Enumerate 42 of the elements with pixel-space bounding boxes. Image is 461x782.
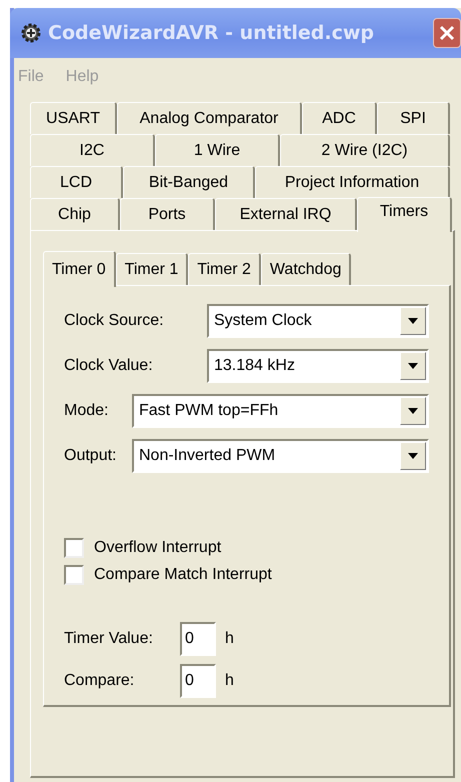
field-label: Mode: (64, 402, 108, 420)
gear-icon (20, 22, 42, 44)
dropdown[interactable]: 13.184 kHz (207, 349, 429, 384)
field-label: Output: (64, 447, 116, 466)
tab[interactable]: Timer 2 (188, 253, 261, 285)
tab[interactable]: Chip (30, 198, 120, 230)
dropdown[interactable]: Non-Inverted PWM (132, 439, 429, 474)
unit-label: h (225, 672, 234, 690)
tab[interactable]: ADC (302, 102, 377, 134)
field-label: Compare: (64, 672, 136, 690)
dropdown[interactable]: System Clock (207, 304, 429, 338)
input-field[interactable]: 0 (180, 664, 216, 698)
tab[interactable]: Timer 0 (43, 251, 116, 287)
tab[interactable]: USART (30, 102, 117, 134)
field-label: Timer Value: (64, 630, 154, 648)
tab[interactable]: Bit-Banged (123, 166, 255, 198)
tab[interactable]: 2 Wire (I2C) (280, 134, 450, 166)
close-button[interactable] (433, 18, 461, 48)
tab[interactable]: Timer 1 (116, 253, 188, 285)
window-title: CodeWizardAVR - untitled.cwp (48, 22, 374, 44)
tab[interactable]: SPI (377, 102, 450, 134)
caret-icon (400, 352, 426, 380)
tab[interactable]: I2C (30, 134, 155, 166)
tab[interactable]: LCD (30, 166, 123, 198)
close-icon (438, 24, 456, 42)
checkbox-label[interactable]: Overflow Interrupt (94, 538, 222, 557)
checkbox[interactable] (64, 538, 84, 558)
tab[interactable]: Analog Comparator (117, 102, 302, 134)
unit-label: h (225, 630, 234, 648)
field-label: Clock Source: (64, 312, 164, 330)
field-label: Clock Value: (64, 357, 153, 376)
checkbox-label[interactable]: Compare Match Interrupt (94, 566, 272, 584)
checkbox[interactable] (64, 564, 84, 585)
caret-icon (400, 307, 426, 336)
dropdown[interactable]: Fast PWM top=FFh (132, 394, 429, 428)
caret-icon (400, 397, 426, 426)
tab[interactable]: Ports (120, 198, 215, 230)
tab[interactable]: Timers (357, 197, 452, 232)
tab[interactable]: Watchdog (260, 253, 352, 285)
tab[interactable]: 1 Wire (155, 134, 280, 166)
caret-icon (400, 442, 426, 470)
input-field[interactable]: 0 (180, 622, 216, 656)
